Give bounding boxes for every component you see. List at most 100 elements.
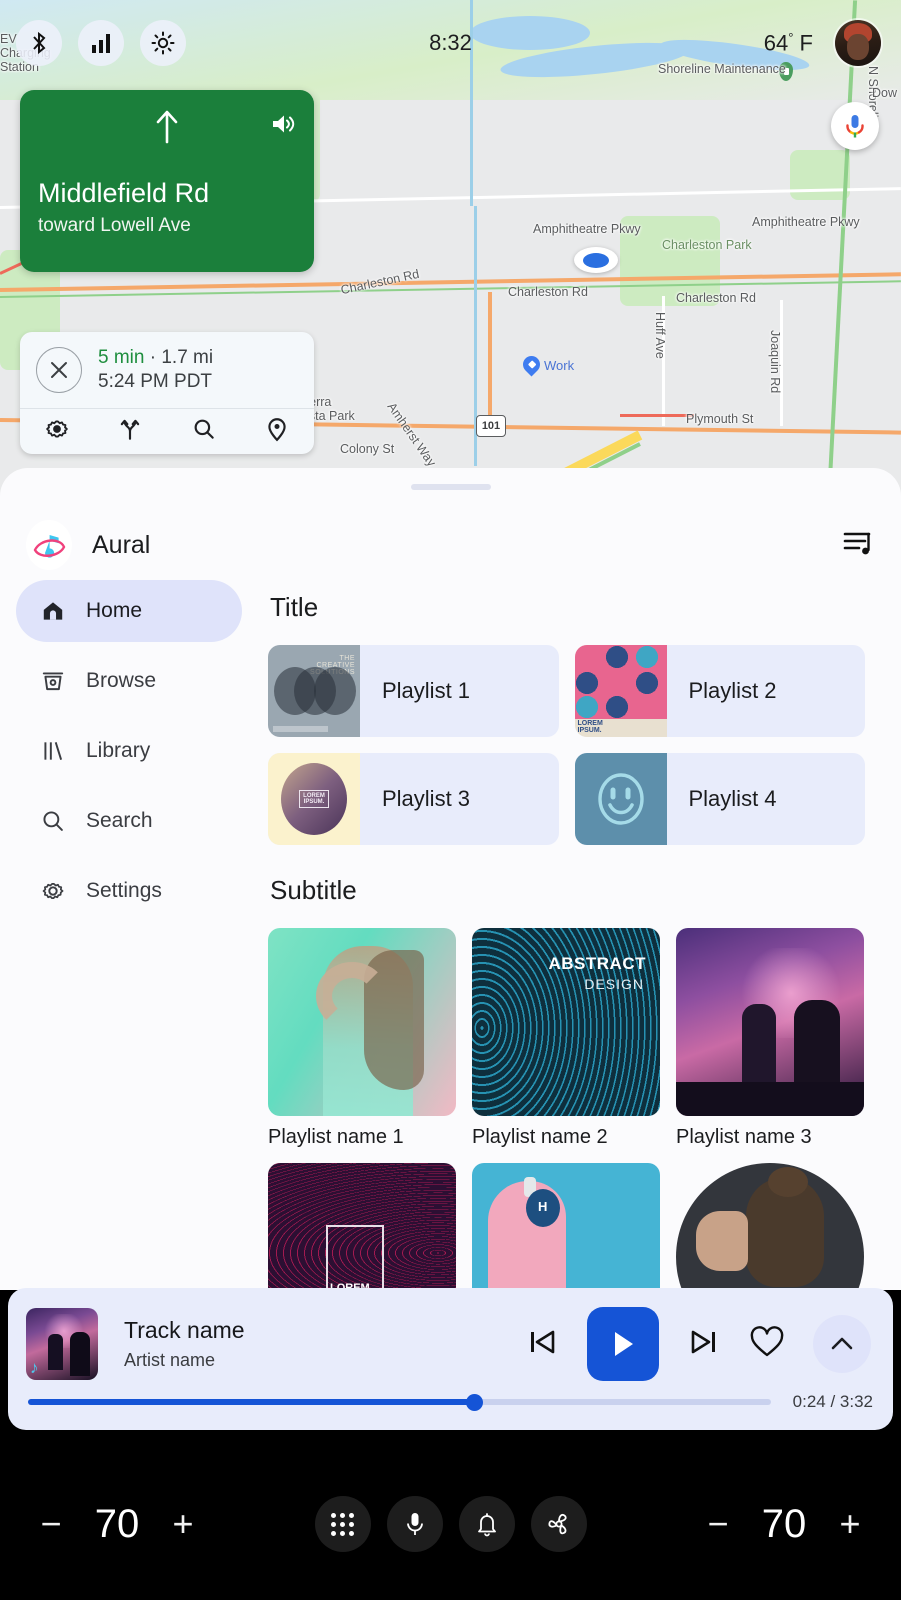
eta-separator: ·	[144, 347, 162, 368]
eta-arrival-time: 5:24 PM PDT	[98, 371, 213, 392]
skip-next-icon	[691, 1330, 715, 1353]
chevron-up-icon	[831, 1337, 853, 1350]
straight-arrow-icon	[156, 110, 178, 144]
settings-icon	[45, 420, 68, 438]
home-icon	[40, 598, 70, 624]
route-options-icon	[121, 419, 140, 440]
eta-summary: 5 min · 1.7 mi	[98, 347, 213, 369]
playlist-thumbnail: LOREM IPSUM.	[268, 753, 360, 845]
navigation-card[interactable]: Middlefield Rd toward Lowell Ave	[20, 90, 314, 272]
map-label: Charleston Rd	[676, 291, 756, 305]
highway-shield: 101	[476, 415, 506, 437]
progress-slider[interactable]	[28, 1394, 771, 1411]
google-assistant-button[interactable]	[831, 102, 879, 150]
playback-time: 0:24 / 3:32	[792, 1392, 873, 1411]
status-bar: 8:32 64° F	[0, 0, 901, 86]
album-card[interactable]: Playlist name 1	[268, 928, 456, 1149]
album-card[interactable]	[472, 1163, 660, 1290]
settings-button[interactable]	[44, 416, 70, 447]
sidebar-item-label: Library	[86, 739, 151, 762]
playlist-card[interactable]: THECREATIVESOLUTIONS Playlist 1	[268, 645, 559, 737]
now-playing-album-art[interactable]: ♪	[26, 1308, 98, 1380]
now-playing-metadata: Track name Artist name	[124, 1317, 245, 1371]
aural-logo-icon	[26, 520, 72, 570]
eta-distance: 1.7 mi	[161, 347, 214, 368]
map-road	[488, 292, 492, 432]
passenger-temp-increase-button[interactable]: +	[827, 1503, 873, 1545]
play-button[interactable]	[587, 1307, 659, 1381]
playlist-thumbnail: THECREATIVESOLUTIONS	[268, 645, 360, 737]
work-pin-label: Work	[544, 358, 575, 373]
playlist-card[interactable]: LOREM IPSUM. Playlist 3	[268, 753, 559, 845]
album-art-title: ABSTRACT	[548, 954, 646, 973]
queue-button[interactable]	[843, 528, 875, 563]
fan-icon	[548, 1513, 567, 1535]
work-location-pin[interactable]	[519, 352, 544, 380]
map-label: Amherst Way	[384, 400, 439, 470]
map-label: Colony St	[340, 442, 395, 456]
previous-button[interactable]	[525, 1326, 559, 1363]
volume-on-icon	[273, 115, 295, 133]
album-art	[268, 928, 456, 1116]
map-label: Plymouth St	[686, 412, 754, 426]
eta-toolbar	[20, 408, 314, 454]
album-art	[676, 928, 864, 1116]
avatar[interactable]	[835, 20, 881, 66]
status-temperature: 64° F	[764, 30, 813, 56]
sidebar-item-library[interactable]: Library	[16, 720, 242, 782]
album-art: LOREM	[268, 1163, 456, 1290]
apps-button[interactable]	[314, 1496, 371, 1552]
progress-row: 0:24 / 3:32	[8, 1392, 893, 1412]
notifications-button[interactable]	[458, 1496, 515, 1552]
album-card[interactable]	[676, 1163, 864, 1290]
close-icon	[51, 362, 67, 378]
recenter-location-button[interactable]	[264, 416, 290, 447]
expand-player-button[interactable]	[813, 1315, 871, 1373]
progress-thumb[interactable]	[465, 1394, 483, 1411]
map-label: Dow	[872, 86, 898, 100]
degree-symbol: °	[788, 29, 794, 45]
map-label: Huff Ave	[653, 312, 667, 359]
fan-button[interactable]	[530, 1496, 587, 1552]
album-card[interactable]: Playlist name 3	[676, 928, 864, 1149]
sidebar-item-search[interactable]: Search	[16, 790, 242, 852]
map-park-label: Charleston Park	[662, 238, 752, 252]
voice-assistant-button[interactable]	[386, 1496, 443, 1552]
driver-temp-decrease-button[interactable]: −	[28, 1503, 74, 1545]
playlist-card[interactable]: LOREM IPSUM. Playlist 2	[574, 645, 865, 737]
queue-music-icon	[843, 532, 871, 554]
search-icon	[194, 419, 214, 439]
next-button[interactable]	[687, 1326, 721, 1363]
favorite-button[interactable]	[749, 1325, 785, 1364]
close-navigation-button[interactable]	[36, 347, 82, 393]
map-label: Charleston Rd	[339, 266, 421, 298]
passenger-temp-decrease-button[interactable]: −	[695, 1503, 741, 1545]
sidebar: Home Browse Library Search Settings	[0, 580, 258, 1290]
album-name: Playlist name 2	[472, 1126, 608, 1148]
section-title: Title	[270, 592, 319, 622]
route-options-button[interactable]	[117, 416, 143, 447]
album-art-subtitle: DESIGN	[584, 976, 644, 992]
location-pin-icon	[268, 418, 286, 442]
panel-drag-handle[interactable]	[410, 484, 491, 490]
map-label: Joaquin Rd	[768, 330, 782, 394]
search-along-route-button[interactable]	[191, 416, 217, 447]
driver-temp-increase-button[interactable]: +	[160, 1503, 206, 1545]
climate-bar: − 70 + − 70 +	[0, 1448, 901, 1600]
sidebar-item-home[interactable]: Home	[16, 580, 242, 642]
map-label: Amphitheatre Pkwy	[533, 222, 641, 236]
album-art: ABSTRACT DESIGN	[472, 928, 660, 1116]
sidebar-item-settings[interactable]: Settings	[16, 860, 242, 922]
album-card[interactable]: ABSTRACT DESIGN Playlist name 2	[472, 928, 660, 1149]
heart-outline-icon	[750, 1325, 784, 1356]
playlist-thumbnail: LOREM IPSUM.	[574, 645, 667, 737]
vehicle-position-marker	[574, 247, 618, 273]
play-icon	[615, 1332, 633, 1356]
album-art	[676, 1163, 864, 1290]
album-card[interactable]: LOREM	[268, 1163, 456, 1290]
search-icon	[40, 808, 70, 834]
playlist-card[interactable]: Playlist 4	[574, 753, 865, 845]
sidebar-item-browse[interactable]: Browse	[16, 650, 242, 712]
car-infotainment-screen: 101 Work Charleston Park Shoreline Maint…	[0, 0, 901, 1600]
artist-name: Artist name	[124, 1350, 216, 1370]
